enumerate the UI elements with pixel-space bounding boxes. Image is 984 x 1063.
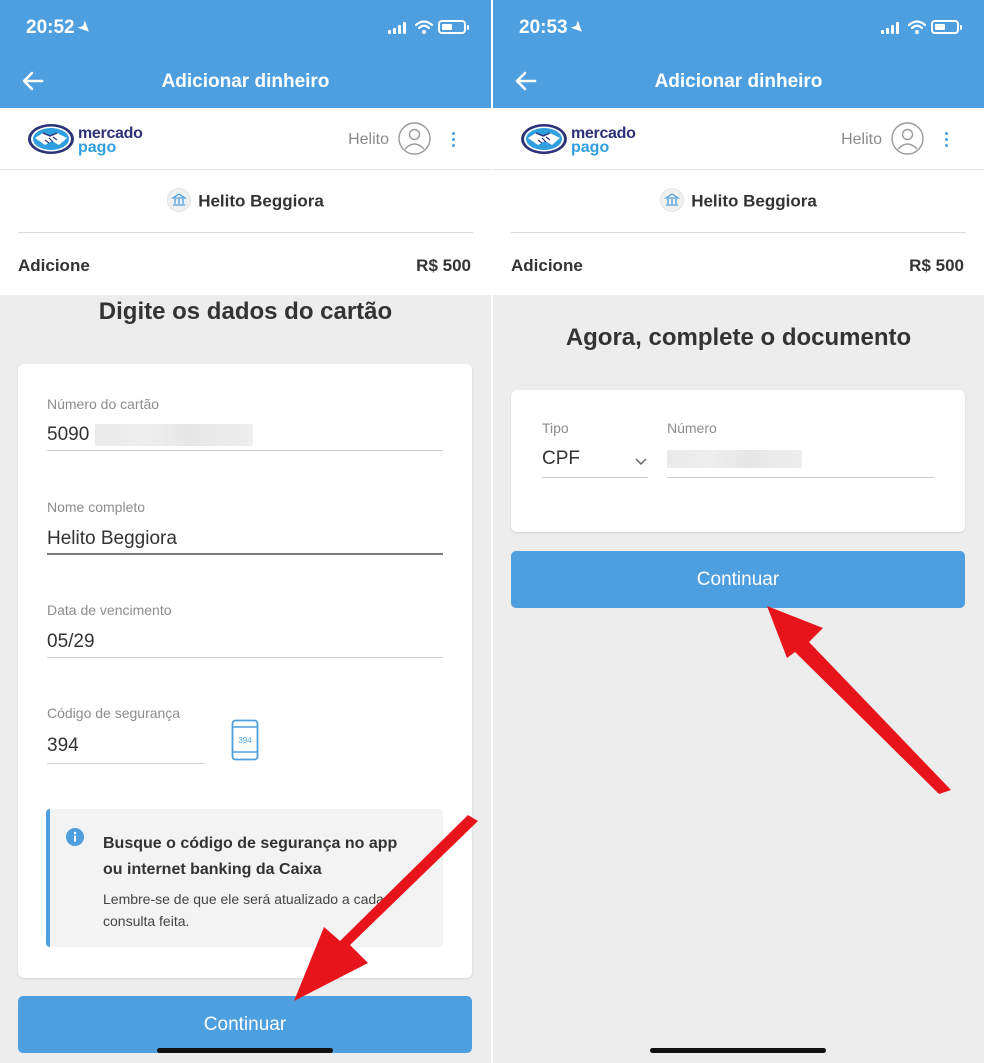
- chevron-down-icon: [635, 458, 647, 466]
- security-code-field[interactable]: Código de segurança 394: [47, 705, 205, 765]
- summary-section: Helito Beggiora Adicione R$ 500: [493, 170, 984, 295]
- document-number-field[interactable]: Número: [667, 420, 934, 478]
- avatar-icon[interactable]: [891, 122, 924, 155]
- continue-button[interactable]: Continuar: [18, 996, 472, 1053]
- location-arrow-icon: ➤: [568, 17, 588, 37]
- status-bar: 20:53➤: [493, 0, 984, 58]
- bank-icon: [660, 188, 685, 212]
- page-title: Adicionar dinheiro: [161, 71, 330, 92]
- more-options-icon[interactable]: [451, 130, 457, 150]
- document-type-select[interactable]: Tipo CPF: [542, 420, 648, 478]
- avatar-icon[interactable]: [398, 122, 431, 155]
- section-title: Agora, complete o documento: [565, 324, 912, 351]
- status-time: 20:53➤: [519, 17, 588, 38]
- security-code-value: 394: [47, 735, 79, 756]
- handshake-logo-icon: [28, 124, 74, 154]
- holder-name: Helito Beggiora: [198, 191, 324, 211]
- red-annotation-arrow: [767, 606, 951, 794]
- location-arrow-icon: ➤: [75, 17, 95, 37]
- info-box: Busque o código de segurança no app ou i…: [46, 809, 443, 947]
- mercado-pago-logo: mercado pago: [26, 122, 156, 158]
- full-name-field[interactable]: Nome completo Helito Beggiora: [47, 499, 443, 555]
- amount-label: Adicione: [18, 256, 90, 275]
- user-name: Helito: [841, 131, 882, 148]
- nav-bar: Adicionar dinheiro: [493, 58, 984, 108]
- redacted-digits: [94, 424, 253, 446]
- brand-bar: mercado pago Helito: [0, 108, 491, 170]
- battery-icon: [931, 20, 962, 34]
- bank-icon: [167, 188, 192, 212]
- account-holder: Helito Beggiora: [493, 188, 984, 214]
- phone-code-digits: 394: [238, 736, 252, 745]
- info-body: Lembre-se de que ele será atualizado a c…: [103, 891, 384, 929]
- section-title: Digite os dados do cartão: [98, 298, 393, 325]
- info-icon: [66, 828, 84, 846]
- status-bar: 20:52➤: [0, 0, 491, 58]
- divider: [511, 232, 966, 233]
- summary-section: Helito Beggiora Adicione R$ 500: [0, 170, 491, 295]
- amount-label: Adicione: [511, 256, 583, 275]
- screen-card-details: 20:52➤ Adicionar dinheiro mercado pago H…: [0, 0, 491, 1063]
- status-time: 20:52➤: [26, 17, 95, 38]
- home-indicator: [650, 1048, 826, 1053]
- phone-code-icon: 394: [231, 719, 259, 761]
- screen-document: 20:53➤ Adicionar dinheiro mercado pago H…: [493, 0, 984, 1063]
- more-options-icon[interactable]: [944, 130, 950, 150]
- info-title: Busque o código de segurança no app ou i…: [103, 835, 398, 878]
- expiry-value: 05/29: [47, 631, 95, 652]
- info-accent-bar: [46, 809, 50, 947]
- mercado-pago-logo: mercado pago: [519, 122, 649, 158]
- account-holder: Helito Beggiora: [0, 188, 491, 214]
- battery-icon: [438, 20, 469, 34]
- document-type-value: CPF: [542, 448, 580, 469]
- card-form: Número do cartão 5090 Nome completo Heli…: [18, 364, 472, 978]
- divider: [18, 232, 473, 233]
- nav-bar: Adicionar dinheiro: [0, 58, 491, 108]
- holder-name: Helito Beggiora: [691, 191, 817, 211]
- brand-bar: mercado pago Helito: [493, 108, 984, 170]
- card-number-field[interactable]: Número do cartão 5090: [47, 396, 443, 452]
- amount-value: R$ 500: [416, 256, 471, 275]
- handshake-logo-icon: [521, 124, 567, 154]
- cellular-signal-icon: [881, 22, 901, 34]
- continue-button[interactable]: Continuar: [511, 551, 965, 608]
- amount-value: R$ 500: [909, 256, 964, 275]
- wifi-icon: [908, 20, 926, 34]
- home-indicator: [157, 1048, 333, 1053]
- wifi-icon: [415, 20, 433, 34]
- redacted-document-number: [667, 449, 802, 468]
- user-name: Helito: [348, 131, 389, 148]
- cellular-signal-icon: [388, 22, 408, 34]
- page-title: Adicionar dinheiro: [654, 71, 823, 92]
- card-number-value: 5090: [47, 424, 90, 446]
- document-form: Tipo CPF Número: [511, 390, 965, 532]
- expiry-field[interactable]: Data de vencimento 05/29: [47, 602, 443, 658]
- full-name-value: Helito Beggiora: [47, 528, 177, 549]
